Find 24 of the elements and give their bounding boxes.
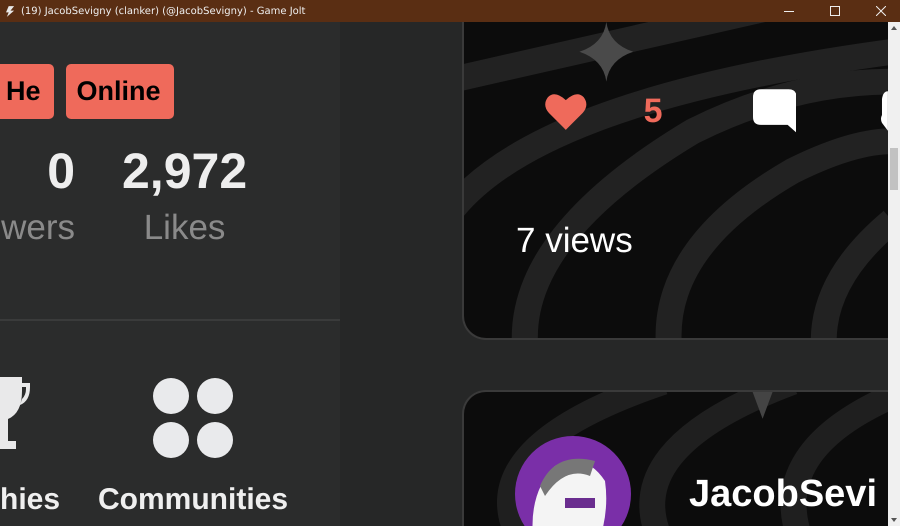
stat-label: Likes [144,207,226,249]
view-count: 7 views [515,221,633,261]
scroll-thumb[interactable] [890,148,898,190]
avatar[interactable] [515,436,631,526]
communities-icon[interactable] [152,377,234,459]
tag: Online [66,64,174,119]
window-title: (19) JacobSevigny (clanker) (@JacobSevigny) - Game Jolt [21,6,306,16]
scroll-down-icon[interactable] [891,518,897,522]
like-count: 5 [644,92,663,130]
nav-link[interactable]: hies [0,483,60,517]
lightning-icon [6,6,15,16]
nav-link[interactable]: Communities [98,483,288,517]
stat-label: wers [1,207,75,249]
maximize-icon[interactable] [830,6,840,16]
close-icon[interactable] [876,6,886,16]
author-name[interactable]: JacobSevi [689,472,877,516]
partial-icon[interactable] [880,91,888,131]
scrollbar[interactable] [888,22,900,526]
comment-icon[interactable] [752,89,796,133]
tag: He [0,64,54,119]
heart-icon[interactable] [545,92,587,130]
scroll-up-icon[interactable] [891,26,897,30]
stat-value: 0 [47,142,75,201]
stat-value: 2,972 [122,142,248,201]
